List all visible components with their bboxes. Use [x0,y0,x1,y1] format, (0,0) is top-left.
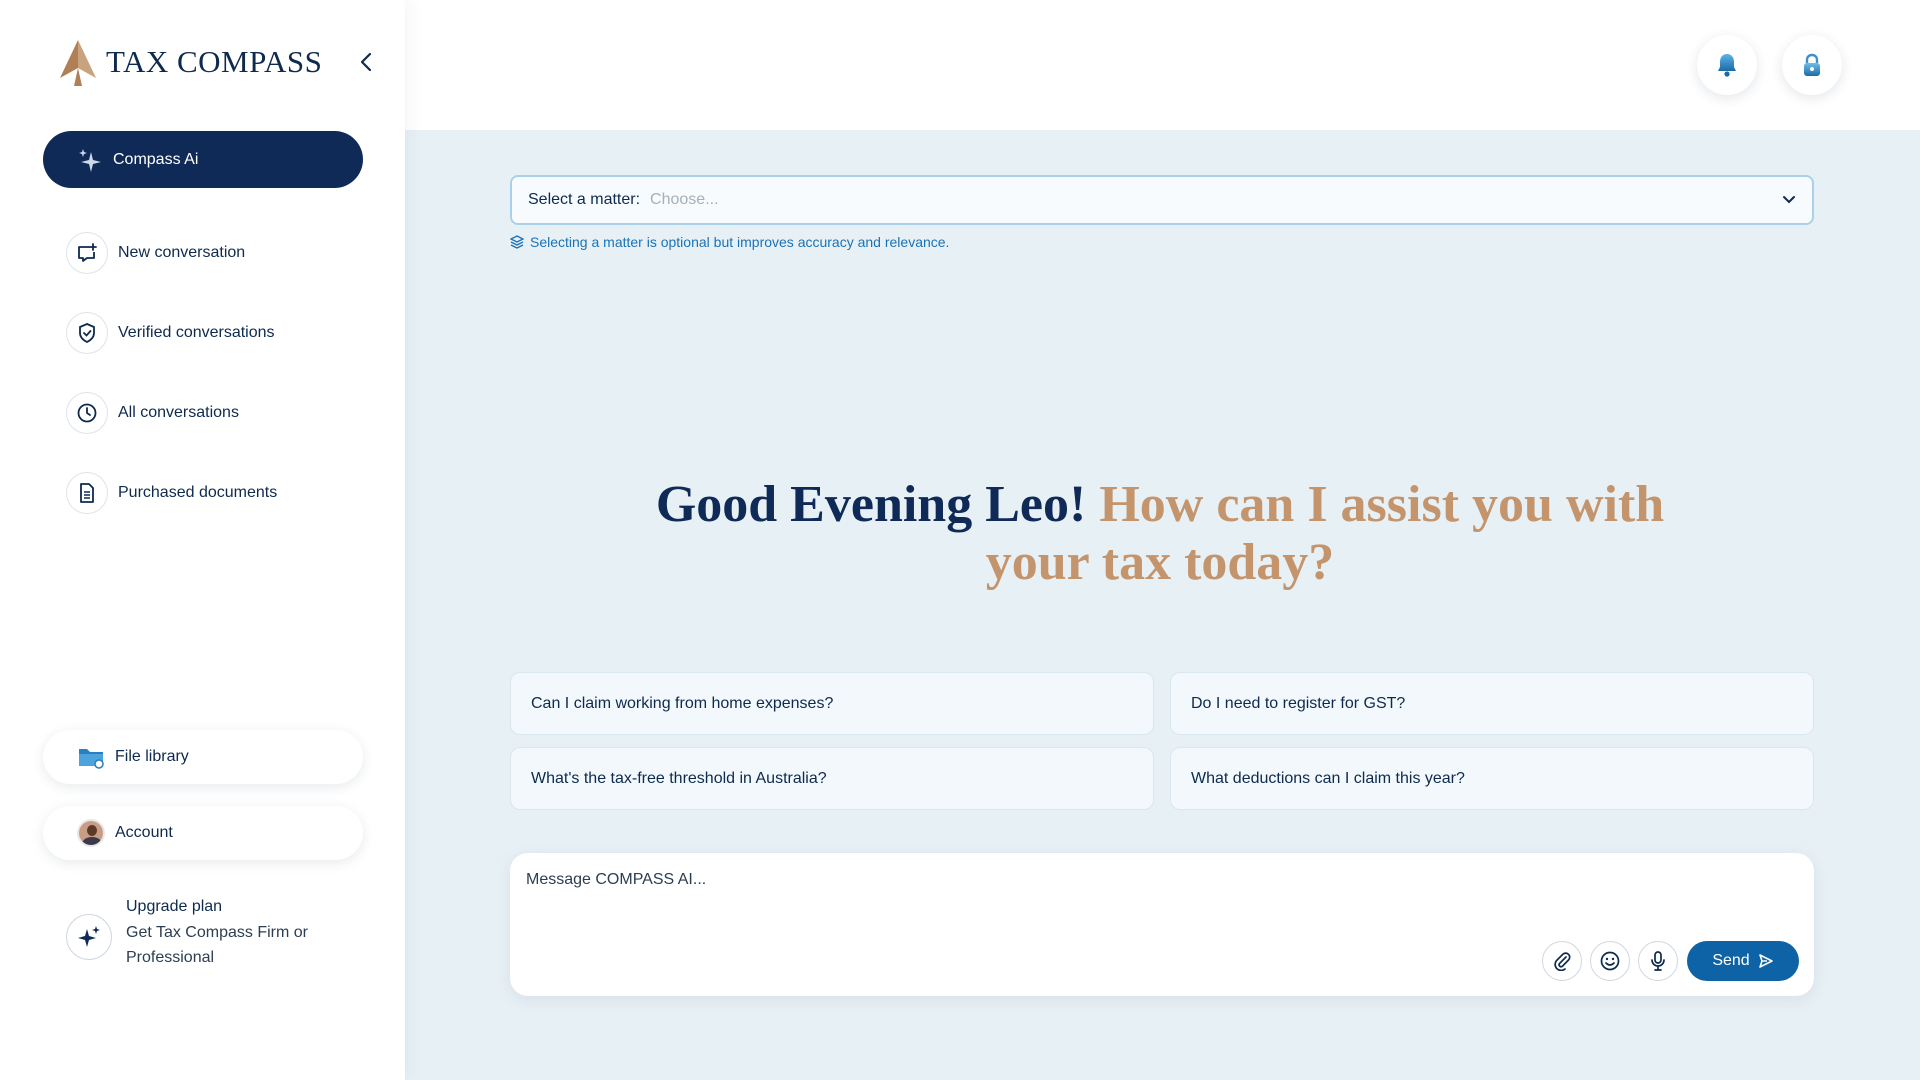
attach-button[interactable] [1542,941,1582,981]
matter-label: Select a matter: [528,191,641,208]
top-bar [405,0,1920,130]
microphone-button[interactable] [1638,941,1678,981]
sparkles-icon [66,914,112,960]
notifications-button[interactable] [1697,35,1757,95]
clock-icon [66,392,108,434]
sidebar-item-verified-conversations[interactable]: Verified conversations [66,312,277,354]
sidebar-nav: New conversation Verified conversations … [66,232,277,552]
greeting-name: Good Evening Leo! [655,476,1087,533]
suggestion-card[interactable]: Can I claim working from home expenses? [510,672,1154,735]
sidebar: TAX COMPASS Compass Ai New conversation … [0,0,405,1080]
matter-placeholder: Choose... [650,191,719,208]
upgrade-subtitle: Get Tax Compass Firm or Professional [126,924,308,966]
collapse-sidebar-button[interactable] [352,48,380,76]
smiley-icon [1600,951,1620,971]
file-library-label: File library [115,748,189,765]
sidebar-item-label: All conversations [118,404,239,421]
suggestion-card[interactable]: What's the tax-free threshold in Austral… [510,747,1154,810]
sidebar-item-label: New conversation [118,244,246,261]
emoji-button[interactable] [1590,941,1630,981]
upgrade-title: Upgrade plan [126,898,223,915]
compass-ai-label: Compass Ai [113,150,199,168]
bell-icon [1718,54,1736,77]
matter-hint-text: Selecting a matter is optional but impro… [530,234,950,250]
account-label: Account [115,824,173,841]
avatar [77,819,105,847]
send-button[interactable]: Send [1687,941,1799,981]
send-icon [1758,954,1773,968]
compass-ai-button[interactable]: Compass Ai [43,131,363,188]
account-button[interactable]: Account [43,806,363,860]
matter-select[interactable]: Select a matter: Choose... [510,175,1814,225]
send-label: Send [1712,952,1750,969]
logo-text: TAX COMPASS [106,44,323,79]
shield-check-icon [66,312,108,354]
file-library-button[interactable]: File library [43,730,363,784]
sidebar-item-label: Purchased documents [118,484,278,501]
paperclip-icon [1554,952,1571,971]
layers-icon [510,235,524,249]
folder-icon [79,749,104,769]
chevron-left-icon [360,52,372,72]
greeting-heading: Good Evening Leo! How can I assist you w… [650,476,1670,592]
sidebar-item-new-conversation[interactable]: New conversation [66,232,277,274]
suggestion-card[interactable]: Do I need to register for GST? [1170,672,1814,735]
chat-plus-icon [66,232,108,274]
message-input[interactable] [526,871,1726,889]
greeting-question: How can I assist you with your tax today… [985,476,1665,591]
upgrade-plan[interactable]: Upgrade plan Get Tax Compass Firm or Pro… [66,898,326,970]
message-composer: Send [510,853,1814,996]
compass-logo-icon [60,40,96,86]
logo[interactable]: TAX COMPASS [58,38,322,86]
document-icon [66,472,108,514]
suggestion-card[interactable]: What deductions can I claim this year? [1170,747,1814,810]
sidebar-item-label: Verified conversations [118,324,275,341]
lock-button[interactable] [1782,35,1842,95]
sidebar-item-all-conversations[interactable]: All conversations [66,392,277,434]
sidebar-item-purchased-documents[interactable]: Purchased documents [66,472,277,514]
matter-hint: Selecting a matter is optional but impro… [510,234,949,250]
microphone-icon [1651,951,1665,971]
lock-icon [1804,53,1820,76]
sparkle-ai-icon [79,148,101,172]
chevron-down-icon [1783,196,1795,204]
